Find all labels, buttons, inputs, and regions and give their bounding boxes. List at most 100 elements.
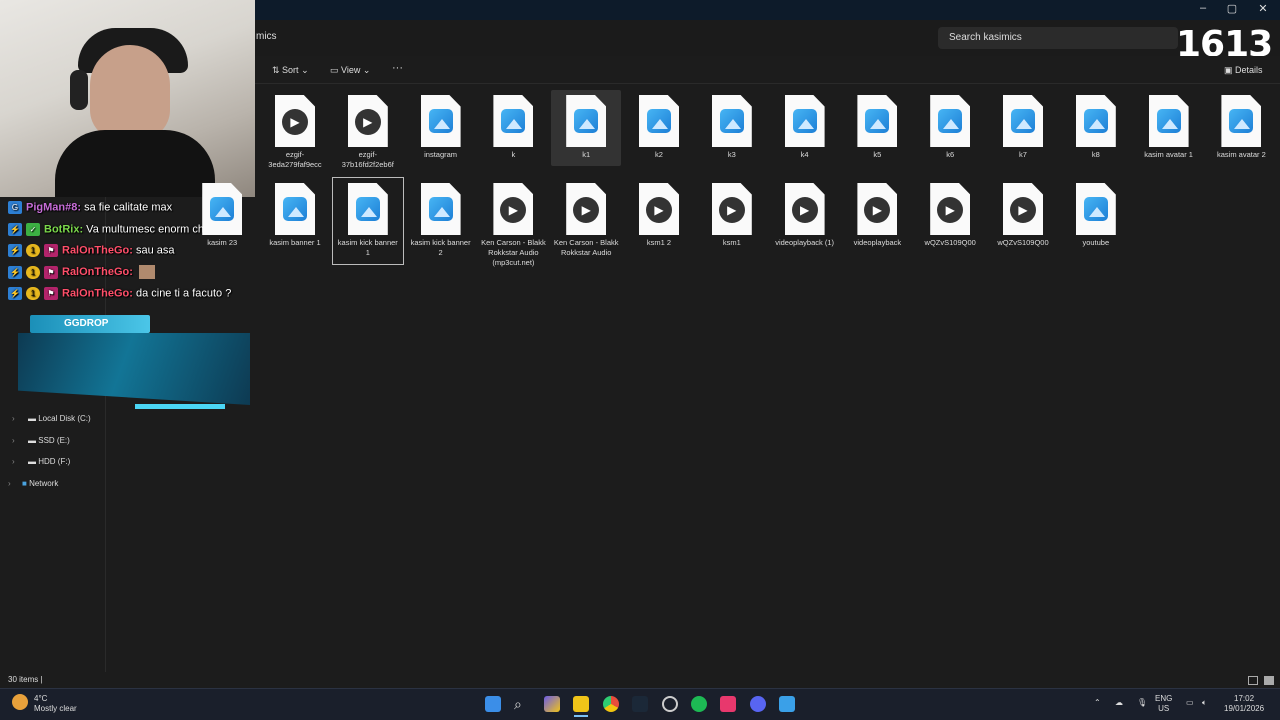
sidebar-item-local-disk[interactable]: ▬ Local Disk (C:) xyxy=(28,414,91,423)
capcut-icon[interactable] xyxy=(720,696,736,712)
file-name: wQZvS109Q00 xyxy=(924,238,976,247)
chat-message: ⚡ 1 ⚑ RalOnTheGo: xyxy=(8,265,155,279)
file-item[interactable]: wQZvS109Q00 xyxy=(915,178,985,264)
file-item[interactable]: kasim avatar 2 xyxy=(1206,90,1276,166)
expand-chevron-icon[interactable]: › xyxy=(12,436,15,445)
search-icon[interactable]: ⌕ xyxy=(514,696,530,712)
chevron-up-icon[interactable]: ⌃ xyxy=(1094,698,1101,708)
cloud-icon[interactable]: ☁ xyxy=(1115,698,1123,708)
language-indicator[interactable]: ENG US xyxy=(1155,694,1172,714)
file-item[interactable]: kasim kick banner 1 xyxy=(331,177,404,265)
ggdrop-banner: GGDROP xyxy=(30,315,150,333)
file-name: ezgif-3eda279faf9ecc xyxy=(268,150,322,169)
file-name: ezgif-37b16fd2f2eb6f xyxy=(341,150,394,169)
file-item[interactable]: k2 xyxy=(624,90,694,166)
file-name: k8 xyxy=(1091,150,1100,159)
expand-chevron-icon[interactable]: › xyxy=(8,479,11,488)
video-file-icon xyxy=(639,183,679,235)
sidebar-item-network[interactable]: ■ Network xyxy=(22,479,58,488)
copilot-icon[interactable] xyxy=(544,696,560,712)
file-item[interactable]: Ken Carson - Blakk Rokkstar Audio (mp3cu… xyxy=(478,178,548,267)
file-item[interactable]: youtube xyxy=(1061,178,1131,264)
chat-username: PigMan#8: xyxy=(26,201,82,214)
status-bar: 30 items | xyxy=(8,675,43,684)
chrome-icon[interactable] xyxy=(603,696,619,712)
close-button[interactable]: ✕ xyxy=(1248,2,1278,15)
expand-chevron-icon[interactable]: › xyxy=(12,457,15,466)
file-item[interactable]: kasim avatar 1 xyxy=(1134,90,1204,166)
microphone-icon[interactable]: 🎙︎ xyxy=(1137,698,1147,708)
view-button[interactable]: ▭ View ⌄ xyxy=(330,65,370,76)
time: 17:02 xyxy=(1234,694,1255,703)
file-item[interactable]: videoplayback xyxy=(842,178,912,264)
video-file-icon xyxy=(566,183,607,235)
file-item[interactable]: ksm1 xyxy=(697,178,767,264)
file-item[interactable]: k5 xyxy=(842,90,912,166)
badge-icon: ⚡ xyxy=(8,244,22,257)
monitor-icon[interactable]: ▭ xyxy=(1186,698,1194,708)
ggdrop-label: GGDROP xyxy=(64,318,109,329)
more-options-button[interactable]: ··· xyxy=(392,62,403,74)
file-name: k3 xyxy=(727,150,736,159)
file-item[interactable]: Ken Carson - Blakk Rokkstar Audio xyxy=(551,178,621,264)
file-item[interactable]: k4 xyxy=(770,90,840,166)
weather-widget[interactable]: 4°C Mostly clear xyxy=(34,694,77,714)
minimize-button[interactable]: – xyxy=(1188,2,1218,14)
image-file-icon xyxy=(566,95,607,147)
file-item[interactable]: k3 xyxy=(697,90,767,166)
sidebar-item-ssd[interactable]: ▬ SSD (E:) xyxy=(28,436,70,445)
image-file-icon xyxy=(930,95,971,147)
image-file-icon xyxy=(784,95,825,147)
details-button[interactable]: ▣ Details xyxy=(1224,65,1263,76)
file-item[interactable]: ezgif-3eda279faf9ecc xyxy=(260,90,330,169)
video-file-icon xyxy=(1003,183,1043,235)
badge-icon: ⚡ xyxy=(8,223,22,236)
file-item[interactable]: k7 xyxy=(988,90,1058,166)
file-name: instagram xyxy=(424,150,458,159)
file-item[interactable]: videoplayback (1) xyxy=(770,178,840,264)
file-name: ksm1 2 xyxy=(646,238,672,247)
obs-icon[interactable] xyxy=(662,696,678,712)
view-label: View xyxy=(341,65,361,75)
tiles-view-icon[interactable] xyxy=(1264,676,1274,685)
photos-icon[interactable] xyxy=(779,696,795,712)
kick-badge-icon: ⚑ xyxy=(44,265,58,279)
details-view-icon[interactable] xyxy=(1248,676,1258,685)
chat-text: sa fie calitate max xyxy=(84,201,173,214)
maximize-button[interactable]: ▢ xyxy=(1217,2,1247,15)
video-file-icon xyxy=(275,95,315,147)
file-item[interactable]: kasim banner 1 xyxy=(260,178,330,264)
file-item[interactable]: instagram xyxy=(406,90,476,166)
file-item[interactable]: k6 xyxy=(915,90,985,166)
steam-icon[interactable] xyxy=(632,696,648,712)
file-name: youtube xyxy=(1082,238,1110,247)
chat-message: G PigMan#8: sa fie calitate max xyxy=(8,201,172,214)
face-shape xyxy=(90,45,170,140)
file-item[interactable]: k1 xyxy=(551,90,622,166)
clock[interactable]: 17:02 19/01/2026 xyxy=(1224,694,1264,714)
file-name: kasim 23 xyxy=(207,238,238,247)
image-file-icon xyxy=(420,95,461,147)
search-input[interactable]: Search kasimics xyxy=(938,27,1178,49)
file-item[interactable]: kasim kick banner 2 xyxy=(406,178,476,264)
badge-icon: ⚡ xyxy=(8,265,22,279)
file-item[interactable]: ksm1 2 xyxy=(624,178,694,264)
discord-icon[interactable] xyxy=(750,696,766,712)
chat-message: ⚡ 1 ⚑ RalOnTheGo: sau asa xyxy=(8,244,174,257)
expand-chevron-icon[interactable]: › xyxy=(12,414,15,423)
file-item[interactable]: wQZvS109Q00 xyxy=(988,178,1058,264)
file-explorer-icon[interactable] xyxy=(573,696,589,712)
sidebar-item-hdd[interactable]: ▬ HDD (F:) xyxy=(28,457,70,466)
file-name: k7 xyxy=(1019,150,1027,159)
file-item[interactable]: k8 xyxy=(1061,90,1131,166)
volume-icon[interactable]: 🔈︎ xyxy=(1202,698,1207,708)
file-item[interactable]: k xyxy=(478,90,548,166)
address-bar[interactable]: mics xyxy=(250,28,930,48)
file-item[interactable]: kasim 23 xyxy=(187,178,257,264)
start-icon[interactable] xyxy=(485,696,501,712)
sort-button[interactable]: ⇅ Sort ⌄ xyxy=(272,65,309,76)
badge-icon: ⚡ xyxy=(8,287,22,300)
file-item[interactable]: ezgif-37b16fd2f2eb6f xyxy=(333,90,403,169)
file-name: kasim banner 1 xyxy=(269,238,321,247)
spotify-icon[interactable] xyxy=(691,696,707,712)
